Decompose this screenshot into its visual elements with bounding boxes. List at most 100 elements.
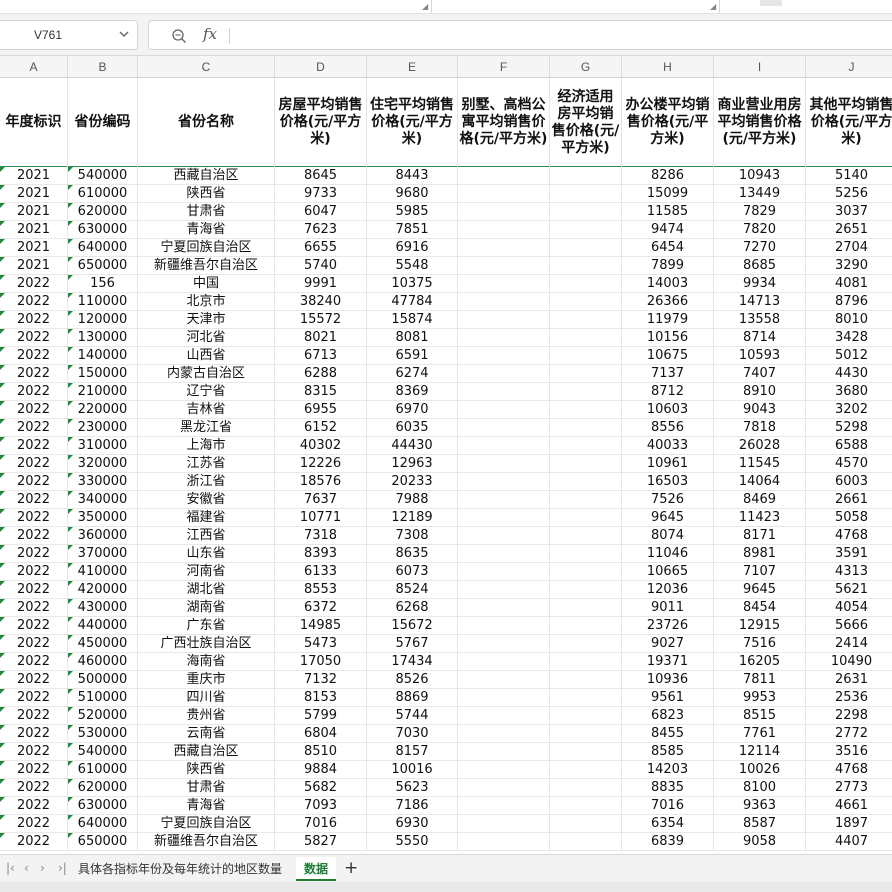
table-cell[interactable]: 5799 <box>275 707 367 725</box>
table-cell[interactable]: 530000 <box>68 725 138 743</box>
table-cell[interactable]: 2022 <box>0 599 68 617</box>
table-cell[interactable]: 2021 <box>0 185 68 203</box>
table-cell[interactable] <box>458 491 550 509</box>
table-cell[interactable]: 6930 <box>367 815 458 833</box>
table-cell[interactable]: 40302 <box>275 437 367 455</box>
table-cell[interactable]: 19371 <box>622 653 714 671</box>
table-cell[interactable]: 360000 <box>68 527 138 545</box>
table-cell[interactable] <box>458 185 550 203</box>
table-cell[interactable] <box>458 725 550 743</box>
table-cell[interactable]: 8712 <box>622 383 714 401</box>
table-cell[interactable]: 6955 <box>275 401 367 419</box>
table-cell[interactable]: 2022 <box>0 725 68 743</box>
table-cell[interactable]: 150000 <box>68 365 138 383</box>
table-cell[interactable] <box>458 743 550 761</box>
table-cell[interactable]: 2021 <box>0 167 68 185</box>
prev-sheet-button[interactable]: ‹ <box>24 861 29 875</box>
column-header[interactable]: B <box>68 56 138 78</box>
table-cell[interactable]: 7132 <box>275 671 367 689</box>
table-cell[interactable]: 宁夏回族自治区 <box>138 239 275 257</box>
table-cell[interactable]: 上海市 <box>138 437 275 455</box>
table-cell[interactable]: 3516 <box>806 743 892 761</box>
table-cell[interactable]: 2661 <box>806 491 892 509</box>
table-cell[interactable]: 浙江省 <box>138 473 275 491</box>
table-cell[interactable]: 10771 <box>275 509 367 527</box>
table-cell[interactable] <box>550 527 622 545</box>
table-cell[interactable]: 四川省 <box>138 689 275 707</box>
table-cell[interactable]: 26028 <box>714 437 806 455</box>
table-cell[interactable]: 15099 <box>622 185 714 203</box>
table-cell[interactable] <box>550 329 622 347</box>
table-cell[interactable]: 江苏省 <box>138 455 275 473</box>
table-cell[interactable]: 4054 <box>806 599 892 617</box>
table-cell[interactable]: 9934 <box>714 275 806 293</box>
table-cell[interactable] <box>550 167 622 185</box>
table-cell[interactable]: 540000 <box>68 743 138 761</box>
table-cell[interactable]: 20233 <box>367 473 458 491</box>
table-cell[interactable]: 10665 <box>622 563 714 581</box>
table-cell[interactable]: 8443 <box>367 167 458 185</box>
table-cell[interactable]: 12915 <box>714 617 806 635</box>
table-cell[interactable]: 2022 <box>0 329 68 347</box>
header-cell[interactable]: 住宅平均销售价格(元/平方米) <box>367 78 458 167</box>
table-cell[interactable] <box>458 545 550 563</box>
table-cell[interactable]: 广东省 <box>138 617 275 635</box>
table-cell[interactable] <box>550 581 622 599</box>
table-cell[interactable]: 2536 <box>806 689 892 707</box>
table-cell[interactable] <box>458 275 550 293</box>
table-cell[interactable] <box>458 509 550 527</box>
table-cell[interactable]: 中国 <box>138 275 275 293</box>
table-cell[interactable]: 西藏自治区 <box>138 743 275 761</box>
table-cell[interactable]: 630000 <box>68 797 138 815</box>
table-cell[interactable]: 16503 <box>622 473 714 491</box>
table-cell[interactable]: 9561 <box>622 689 714 707</box>
table-cell[interactable]: 13449 <box>714 185 806 203</box>
table-cell[interactable]: 1897 <box>806 815 892 833</box>
table-cell[interactable] <box>550 779 622 797</box>
table-cell[interactable]: 新疆维吾尔自治区 <box>138 833 275 851</box>
table-cell[interactable]: 230000 <box>68 419 138 437</box>
table-cell[interactable] <box>550 671 622 689</box>
table-cell[interactable]: 6655 <box>275 239 367 257</box>
table-cell[interactable] <box>458 329 550 347</box>
table-cell[interactable]: 7093 <box>275 797 367 815</box>
table-cell[interactable]: 4313 <box>806 563 892 581</box>
table-cell[interactable]: 320000 <box>68 455 138 473</box>
table-cell[interactable]: 青海省 <box>138 797 275 815</box>
table-cell[interactable]: 6035 <box>367 419 458 437</box>
table-cell[interactable]: 8510 <box>275 743 367 761</box>
table-cell[interactable]: 6823 <box>622 707 714 725</box>
table-cell[interactable]: 9043 <box>714 401 806 419</box>
table-cell[interactable]: 5621 <box>806 581 892 599</box>
table-cell[interactable]: 7270 <box>714 239 806 257</box>
table-cell[interactable]: 6288 <box>275 365 367 383</box>
table-cell[interactable]: 3202 <box>806 401 892 419</box>
table-cell[interactable]: 650000 <box>68 257 138 275</box>
table-cell[interactable]: 2022 <box>0 311 68 329</box>
table-cell[interactable] <box>550 437 622 455</box>
table-cell[interactable]: 8081 <box>367 329 458 347</box>
table-cell[interactable] <box>458 599 550 617</box>
table-cell[interactable]: 500000 <box>68 671 138 689</box>
table-cell[interactable] <box>550 635 622 653</box>
header-cell[interactable]: 省份编码 <box>68 78 138 167</box>
table-cell[interactable]: 9884 <box>275 761 367 779</box>
table-cell[interactable]: 9645 <box>622 509 714 527</box>
table-cell[interactable]: 8869 <box>367 689 458 707</box>
table-cell[interactable]: 14985 <box>275 617 367 635</box>
table-cell[interactable]: 540000 <box>68 167 138 185</box>
table-cell[interactable]: 6588 <box>806 437 892 455</box>
table-cell[interactable]: 7637 <box>275 491 367 509</box>
table-cell[interactable]: 420000 <box>68 581 138 599</box>
table-cell[interactable]: 4570 <box>806 455 892 473</box>
table-cell[interactable]: 5256 <box>806 185 892 203</box>
column-header[interactable]: H <box>622 56 714 78</box>
header-cell[interactable]: 其他平均销售价格(元/平方米) <box>806 78 892 167</box>
table-cell[interactable]: 14064 <box>714 473 806 491</box>
table-cell[interactable] <box>458 383 550 401</box>
table-cell[interactable]: 6839 <box>622 833 714 851</box>
table-cell[interactable]: 110000 <box>68 293 138 311</box>
last-sheet-button[interactable]: ›| <box>58 861 67 875</box>
table-cell[interactable]: 云南省 <box>138 725 275 743</box>
table-cell[interactable]: 2021 <box>0 203 68 221</box>
